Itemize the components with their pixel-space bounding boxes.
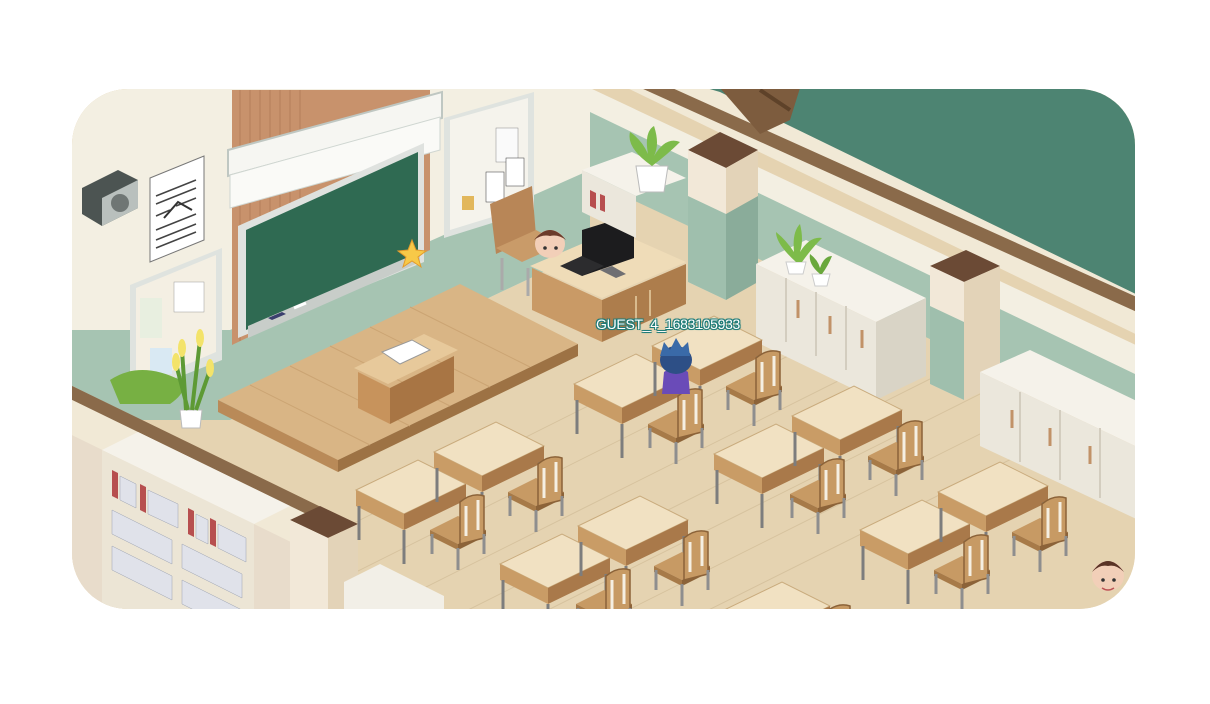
- wall-pillar-1: [688, 132, 758, 300]
- player-avatar[interactable]: [660, 338, 692, 394]
- game-viewport[interactable]: [72, 89, 1135, 609]
- player-name-tag: GUEST_4_1683105933: [596, 316, 741, 332]
- npc-student[interactable]: [1092, 561, 1124, 591]
- classroom-scene[interactable]: [72, 89, 1135, 609]
